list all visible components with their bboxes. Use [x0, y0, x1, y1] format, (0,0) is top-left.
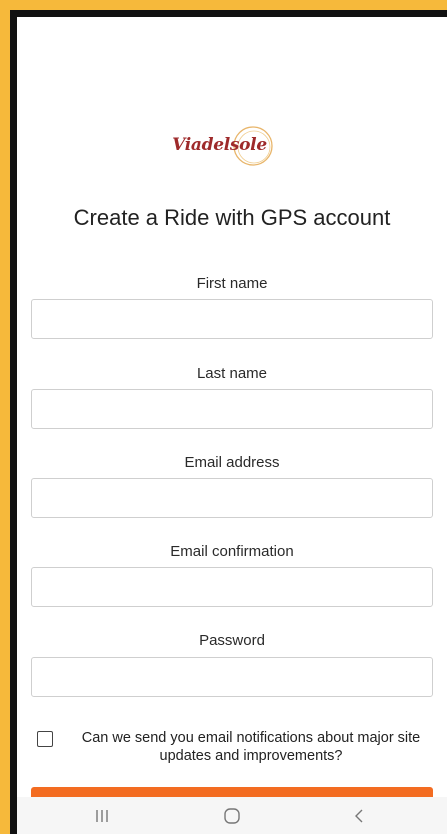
password-input[interactable] — [31, 657, 433, 697]
email-confirmation-input[interactable] — [31, 567, 433, 607]
email-address-label: Email address — [184, 454, 280, 471]
home-icon — [224, 807, 240, 824]
recent-apps-button[interactable] — [62, 797, 142, 834]
first-name-input[interactable] — [31, 299, 433, 339]
recent-apps-icon — [96, 809, 108, 822]
app-screen: Viadelsole Create a Ride with GPS accoun… — [17, 17, 447, 834]
brand-logo: Viadelsole — [167, 122, 282, 172]
email-address-input[interactable] — [31, 478, 433, 518]
system-navigation-bar — [17, 797, 447, 834]
notifications-checkbox-label[interactable]: Can we send you email notifications abou… — [65, 729, 437, 765]
email-confirmation-label: Email confirmation — [170, 543, 294, 560]
logo-text: Viadelsole — [172, 135, 267, 155]
first-name-label: First name — [196, 275, 268, 292]
back-button[interactable] — [319, 797, 399, 834]
password-label: Password — [199, 632, 265, 649]
last-name-input[interactable] — [31, 389, 433, 429]
page-title: Create a Ride with GPS account — [73, 205, 391, 230]
notifications-checkbox[interactable] — [37, 731, 53, 747]
last-name-label: Last name — [196, 365, 268, 382]
back-icon — [355, 809, 363, 822]
home-button[interactable] — [192, 797, 272, 834]
